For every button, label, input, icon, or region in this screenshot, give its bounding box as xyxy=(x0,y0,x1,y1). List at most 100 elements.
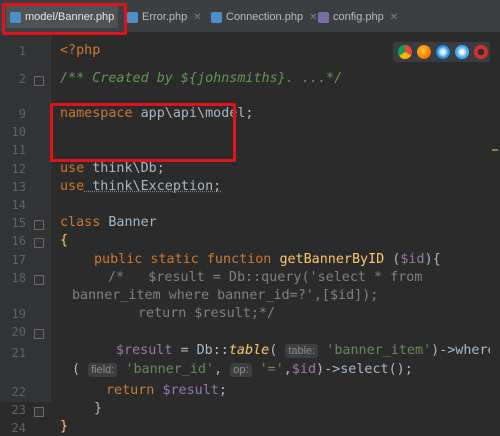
tab-config-php[interactable]: config.php ✕ xyxy=(318,6,398,28)
close-brace: } xyxy=(60,419,69,434)
code-line-9: namespace app\api\model; xyxy=(60,105,254,123)
line-number: 22 xyxy=(11,385,26,399)
keyword-use: use xyxy=(60,161,85,176)
string-literal: 'banner_id' xyxy=(125,362,215,377)
variable-result: $result xyxy=(162,383,219,398)
comma: , xyxy=(283,362,292,377)
line-number: 17 xyxy=(11,253,26,267)
safari-icon[interactable] xyxy=(436,45,450,59)
keyword-namespace: namespace xyxy=(60,106,133,121)
line-number: 20 xyxy=(11,325,26,339)
code-line-13: use think\Exception; xyxy=(60,178,221,196)
comma: , xyxy=(214,362,223,377)
tab-banner-php[interactable]: model/Banner.php xyxy=(6,6,119,28)
line-number: 10 xyxy=(11,125,26,139)
edge-icon[interactable] xyxy=(455,45,469,59)
warning-mark[interactable] xyxy=(492,149,498,151)
line-number: 13 xyxy=(11,180,26,194)
keyword-return: return xyxy=(106,383,155,398)
code-line-1: <?php xyxy=(60,42,100,60)
line-number: 23 xyxy=(11,403,26,417)
php-open-tag: <?php xyxy=(60,43,101,58)
class-file-icon xyxy=(127,11,138,23)
string-literal: 'banner_item' xyxy=(326,343,432,358)
class-name: Banner xyxy=(100,215,157,230)
code-line-15: class Banner xyxy=(60,214,157,232)
line-number: 11 xyxy=(11,143,26,157)
line-number: 14 xyxy=(11,198,26,212)
method-chain: )->select(); xyxy=(316,362,413,377)
line-number: 2 xyxy=(18,72,26,86)
browser-preview-bar xyxy=(393,42,493,62)
chrome-icon[interactable] xyxy=(398,45,412,59)
editor-scrollbar[interactable] xyxy=(490,32,500,402)
line-number: 18 xyxy=(11,271,26,285)
block-comment: banner_item where banner_id=?',[$id]); xyxy=(72,288,379,303)
code-line-12: use think\Db; xyxy=(60,160,165,178)
fold-marker-icon[interactable] xyxy=(34,275,44,285)
line-number: 24 xyxy=(11,421,26,435)
php-file-icon xyxy=(318,11,329,23)
block-comment: return $result;*/ xyxy=(138,306,276,321)
tab-error-php[interactable]: Error.php ✕ xyxy=(127,6,202,28)
paren-open: ( xyxy=(269,343,278,358)
param-hint-op: op: xyxy=(230,363,252,377)
fold-marker-icon[interactable] xyxy=(34,407,44,417)
code-line-21: $result = Db::table( table: 'banner_item… xyxy=(116,342,496,360)
code-line-21-wrap: ( field: 'banner_id', op: '=',$id)->sele… xyxy=(72,361,413,379)
keyword-class: class xyxy=(60,215,101,230)
param-var: $id xyxy=(400,252,425,267)
line-number: 16 xyxy=(11,234,26,248)
doc-comment: /** Created by ${johnsmiths}. ...*/ xyxy=(60,71,343,86)
namespace-path: app\api\model; xyxy=(132,106,254,121)
tab-label: Connection.php xyxy=(226,11,304,23)
code-line-17: public static function getBannerByID ($i… xyxy=(94,251,441,269)
paren-close: ){ xyxy=(424,252,441,267)
keyword-use: use xyxy=(60,179,85,194)
line-number: 12 xyxy=(11,162,26,176)
string-literal: '=' xyxy=(259,362,284,377)
import-path: think\Exception; xyxy=(84,179,222,194)
code-line-18: /* $result = Db::query('select * from xyxy=(108,269,422,287)
close-icon[interactable]: ✕ xyxy=(309,12,317,23)
line-number: 15 xyxy=(11,216,26,230)
fold-marker-icon[interactable] xyxy=(34,76,44,86)
line-number: 1 xyxy=(18,44,26,58)
tab-label: model/Banner.php xyxy=(25,11,115,23)
param-hint-field: field: xyxy=(88,363,118,377)
code-line-2: /** Created by ${johnsmiths}. ...*/ xyxy=(60,70,342,88)
close-icon[interactable]: ✕ xyxy=(390,12,398,23)
code-line-19: return $result;*/ xyxy=(138,305,275,323)
method-chain: )->where xyxy=(431,343,496,358)
import-path: think\Db; xyxy=(84,161,165,176)
editor-tab-bar: model/Banner.php Error.php ✕ Connection.… xyxy=(0,0,500,33)
line-number: 21 xyxy=(11,346,26,360)
close-icon[interactable]: ✕ xyxy=(193,12,201,23)
firefox-icon[interactable] xyxy=(417,45,431,59)
code-editor[interactable]: <?php /** Created by ${johnsmiths}. ...*… xyxy=(50,32,500,434)
fold-marker-icon[interactable] xyxy=(34,329,44,339)
class-file-icon xyxy=(211,11,222,23)
semicolon: ; xyxy=(218,383,227,398)
code-line-23: } xyxy=(94,400,102,418)
open-brace: { xyxy=(60,233,69,248)
variable-result: $result xyxy=(116,343,173,358)
tab-label: Error.php xyxy=(142,11,188,23)
fold-marker-icon[interactable] xyxy=(34,220,44,230)
php-file-icon xyxy=(10,11,21,23)
code-line-18-wrap: banner_item where banner_id=?',[$id]); xyxy=(72,287,378,305)
line-number: 19 xyxy=(11,307,26,321)
close-brace: } xyxy=(94,401,103,416)
block-comment: /* $result = Db::query('select * from xyxy=(108,270,423,285)
param-hint-table: table: xyxy=(285,344,319,358)
code-line-16: { xyxy=(60,232,68,250)
tab-connection-php[interactable]: Connection.php ✕ xyxy=(211,6,317,28)
paren-open: ( xyxy=(72,362,81,377)
opera-icon[interactable] xyxy=(474,45,488,59)
line-number: 9 xyxy=(18,107,26,121)
keyword-modifiers: public static function xyxy=(94,252,272,267)
fold-marker-icon[interactable] xyxy=(34,238,44,248)
function-name: getBannerByID xyxy=(279,252,385,267)
code-line-22: return $result; xyxy=(106,382,227,400)
method-table: table xyxy=(228,343,270,358)
